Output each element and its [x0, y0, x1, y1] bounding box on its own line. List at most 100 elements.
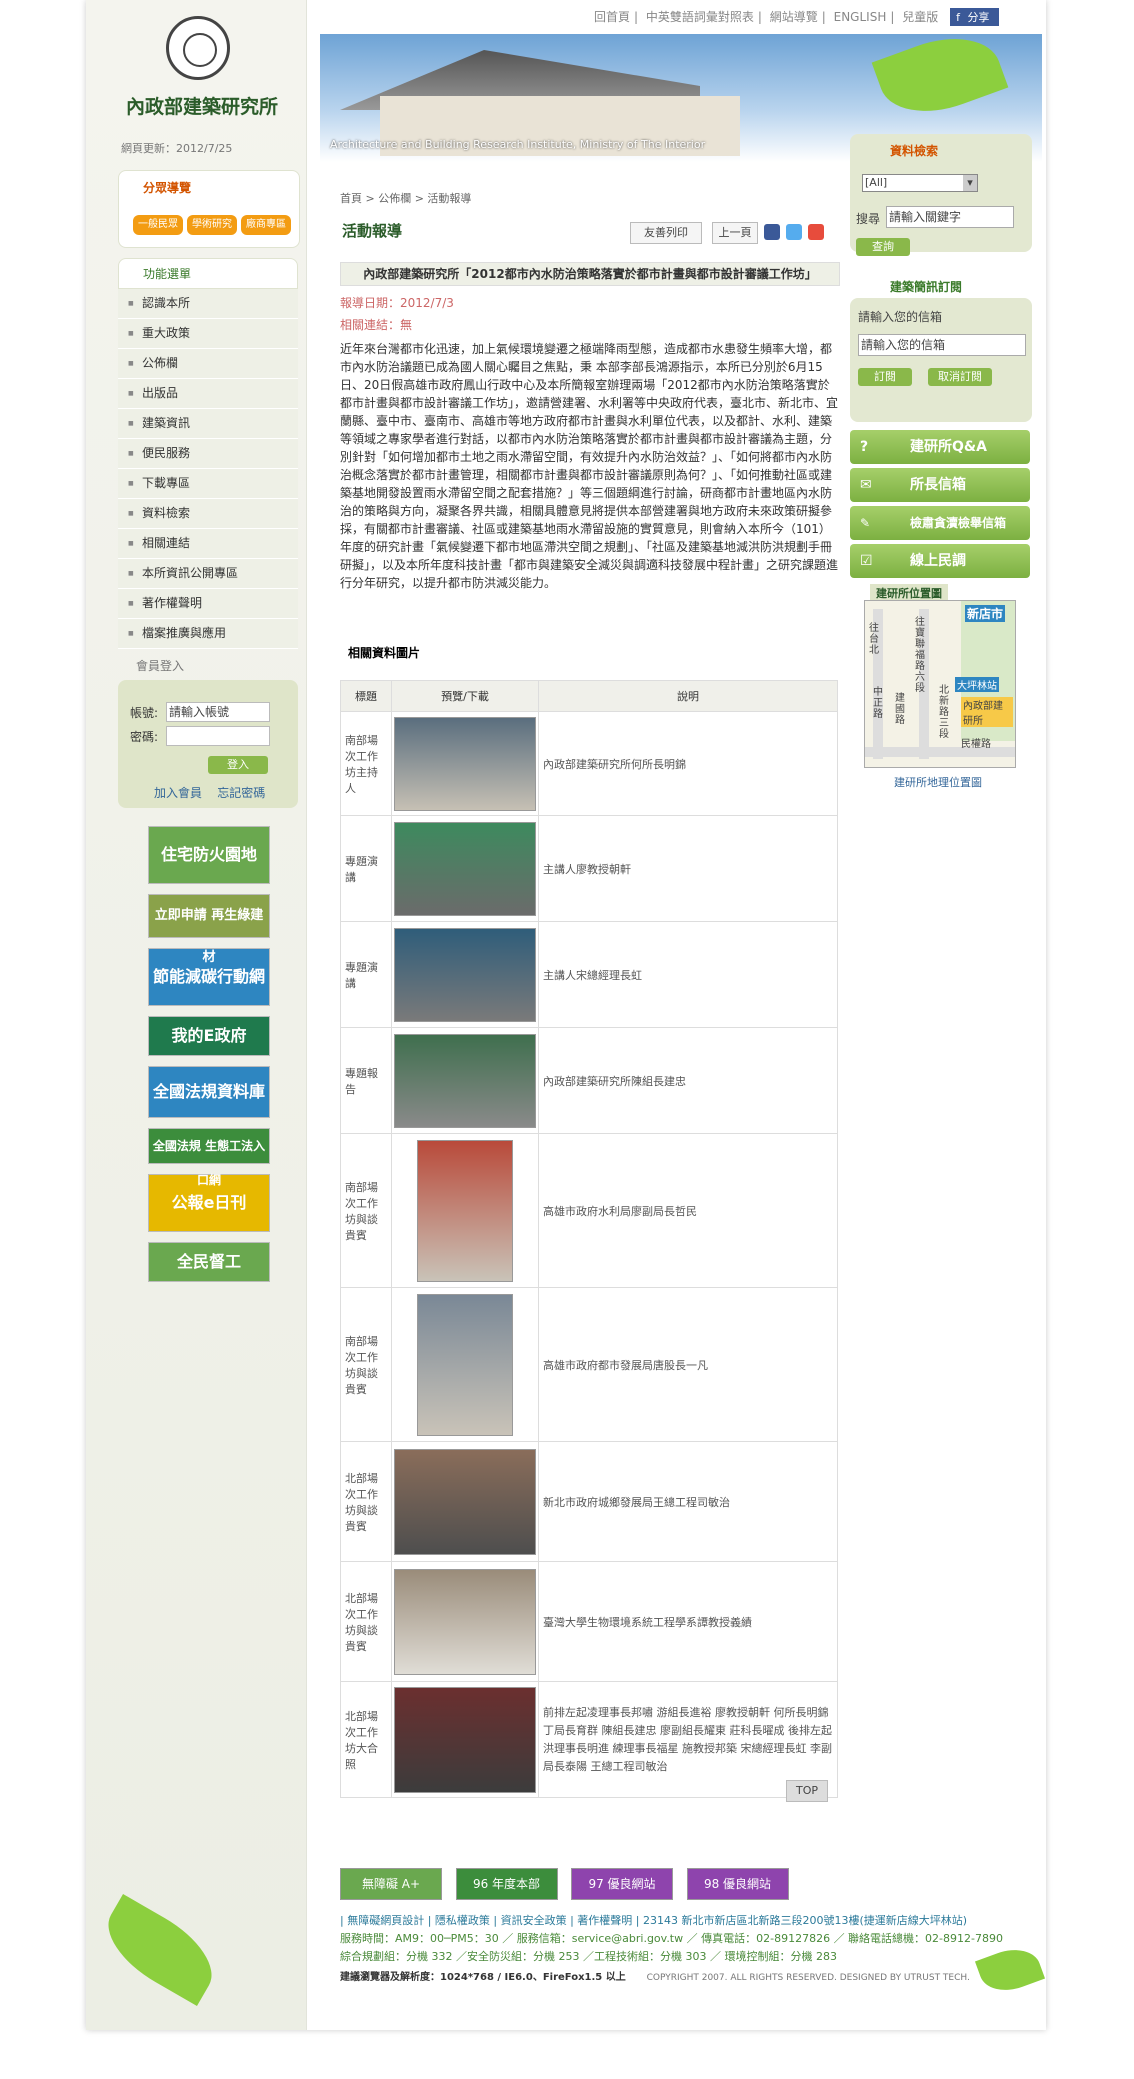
category-select[interactable]: [All] ▾ [862, 174, 978, 192]
institute-logo-icon[interactable] [166, 16, 230, 80]
row-desc: 內政部建築研究所陳組長建忠 [538, 1027, 838, 1134]
photo-thumbnail[interactable] [394, 716, 536, 811]
banner-eco[interactable]: 全國法規 生態工法入口網 [148, 1128, 270, 1187]
forgot-password-link[interactable]: 忘記密碼 [217, 786, 265, 800]
glossary-link[interactable]: 中英雙語詞彙對照表 [646, 10, 754, 24]
photo-thumbnail[interactable] [417, 1293, 513, 1436]
banner-gazette[interactable]: 公報e日刊 [148, 1174, 270, 1232]
banner-green-material[interactable]: 立即申請 再生綠建材 [148, 894, 270, 965]
photo-thumbnail[interactable] [394, 1686, 536, 1793]
menu-item-links[interactable]: 相關連結 [118, 529, 298, 559]
table-row: 專題報告 內政部建築研究所陳組長建忠 [340, 1027, 838, 1134]
col-preview: 預覽/下載 [391, 680, 539, 712]
menu-item-publications[interactable]: 出版品 [118, 379, 298, 409]
row-title: 專題演講 [340, 815, 392, 922]
category-academic-button[interactable]: 學術研究 [187, 215, 237, 235]
member-login-title: 會員登入 [136, 659, 185, 673]
map-road [865, 747, 1015, 757]
award-97[interactable]: 97 優良網站 [571, 1868, 673, 1900]
report-mail-label: 檢肅貪瀆檢舉信箱 [910, 516, 1007, 530]
back-button[interactable]: 上一頁 [712, 222, 758, 244]
menu-item-services[interactable]: 便民服務 [118, 439, 298, 469]
map-label: 建國路 [895, 693, 905, 726]
award-98[interactable]: 98 優良網站 [686, 1868, 789, 1900]
site-name[interactable]: 內政部建築研究所 [126, 92, 278, 119]
banner-egov[interactable]: 我的E政府 [148, 1016, 270, 1056]
menu-item-policy[interactable]: 重大政策 [118, 319, 298, 349]
poll-button[interactable]: ☑ 線上民調 [850, 544, 1030, 578]
photo-thumbnail[interactable] [394, 1448, 536, 1555]
qa-icon: ? [860, 439, 869, 455]
photo-thumbnail[interactable] [394, 1033, 536, 1128]
twitter-icon[interactable] [786, 224, 802, 240]
map-link-text[interactable]: 建研所地理位置圖 [894, 776, 982, 789]
breadcrumb[interactable]: 首頁 > 公佈欄 > 活動報導 [340, 190, 840, 206]
footer-links[interactable]: | 無障礙網頁設計 | 隱私權政策 | 資訊安全政策 | 著作權聲明 | 231… [340, 1912, 1040, 1930]
row-title: 北部場次工作坊與談貴賓 [340, 1561, 392, 1682]
search-input[interactable]: 請輸入關鍵字 [886, 206, 1014, 228]
photo-thumbnail[interactable] [394, 821, 536, 916]
row-desc: 內政部建築研究所何所長明錦 [538, 711, 838, 816]
login-form: 帳號: 請輸入帳號 密碼: 登入 加入會員 忘記密碼 [118, 680, 298, 808]
account-input[interactable]: 請輸入帳號 [166, 702, 270, 722]
col-title: 標題 [340, 680, 392, 712]
banner-law[interactable]: 全國法規資料庫 [148, 1066, 270, 1118]
banner-supervise[interactable]: 全民督工 [148, 1242, 270, 1282]
email-input[interactable]: 請輸入您的信箱 [858, 334, 1026, 356]
qa-label: 建研所Q&A [910, 439, 987, 455]
banner-energy[interactable]: 節能減碳行動網 [148, 948, 270, 1006]
category-nav: 分眾導覽 一般民眾 學術研究 廠商專區 [118, 170, 300, 248]
unsubscribe-button[interactable]: 取消訂閱 [928, 368, 992, 386]
search-button[interactable]: 查詢 [856, 238, 910, 256]
row-desc: 臺灣大學生物環境系統工程學系譚教授義績 [538, 1561, 838, 1682]
kids-link[interactable]: 兒童版 [902, 10, 938, 24]
map-link[interactable]: 建研所地理位置圖 [894, 774, 982, 790]
menu-item-building-info[interactable]: 建築資訊 [118, 409, 298, 439]
map-label: 大坪林站 [955, 677, 999, 692]
award-accessibility[interactable]: 無障礙 A+ [340, 1868, 442, 1900]
photo-thumbnail[interactable] [394, 927, 536, 1022]
photo-thumbnail[interactable] [394, 1568, 536, 1675]
news-date: 報導日期：2012/7/3 [340, 296, 454, 310]
join-member-link[interactable]: 加入會員 [154, 786, 202, 800]
login-button[interactable]: 登入 [208, 756, 268, 774]
plurk-icon[interactable] [808, 224, 824, 240]
search-title: 資料檢索 [890, 144, 939, 158]
category-vendor-button[interactable]: 廠商專區 [241, 215, 291, 235]
back-to-top-button[interactable]: TOP [786, 1780, 828, 1802]
print-button[interactable]: 友善列印 [630, 222, 702, 244]
menu-item-bulletin[interactable]: 公佈欄 [118, 349, 298, 379]
menu-item-downloads[interactable]: 下載專區 [118, 469, 298, 499]
row-desc: 主講人宋總經理長虹 [538, 921, 838, 1028]
row-title: 南部場次工作坊與談貴賓 [340, 1133, 392, 1288]
menu-item-open-info[interactable]: 本所資訊公開專區 [118, 559, 298, 589]
banner-fire-safety[interactable]: 住宅防火園地 [148, 826, 270, 884]
english-link[interactable]: ENGLISH [834, 10, 887, 24]
subscribe-box: 請輸入您的信箱 請輸入您的信箱 訂閱 取消訂閱 [850, 298, 1032, 422]
facebook-icon[interactable] [764, 224, 780, 240]
account-label: 帳號: [130, 706, 159, 720]
menu-item-copyright[interactable]: 著作權聲明 [118, 589, 298, 619]
location-map[interactable]: 往台北 往寶聯福路六段 新店市 中正路 建國路 北新路三段 大坪林站 內政部建研… [864, 600, 1016, 768]
password-label: 密碼: [130, 730, 159, 744]
director-mail-button[interactable]: ✉ 所長信箱 [850, 468, 1030, 502]
row-title: 專題演講 [340, 921, 392, 1028]
password-input[interactable] [166, 726, 270, 746]
home-link[interactable]: 回首頁 [594, 10, 630, 24]
email-label: 請輸入您的信箱 [858, 310, 943, 324]
menu-item-about[interactable]: 認識本所 [118, 289, 298, 319]
table-row: 專題演講 主講人宋總經理長虹 [340, 921, 838, 1028]
award-96[interactable]: 96 年度本部 [455, 1868, 558, 1900]
facebook-share-button[interactable]: f 分享 [950, 8, 1000, 26]
menu-item-archives[interactable]: 檔案推廣與應用 [118, 619, 298, 649]
subscribe-button[interactable]: 訂閱 [858, 368, 912, 386]
category-public-button[interactable]: 一般民眾 [133, 215, 183, 235]
sitemap-link[interactable]: 網站導覽 [770, 10, 818, 24]
table-row: 南部場次工作坊與談貴賓 高雄市政府都市發展局唐股長一凡 [340, 1287, 838, 1442]
menu-item-search[interactable]: 資料檢索 [118, 499, 298, 529]
row-desc: 新北市政府城鄉發展局王總工程司敏治 [538, 1441, 838, 1562]
photo-thumbnail[interactable] [417, 1139, 513, 1282]
report-mail-button[interactable]: ✎ 檢肅貪瀆檢舉信箱 [850, 506, 1030, 540]
qa-button[interactable]: ? 建研所Q&A [850, 430, 1030, 464]
top-nav: 回首頁 | 中英雙語詞彙對照表 | 網站導覽 | ENGLISH | 兒童版 f 分享 [590, 8, 1003, 26]
